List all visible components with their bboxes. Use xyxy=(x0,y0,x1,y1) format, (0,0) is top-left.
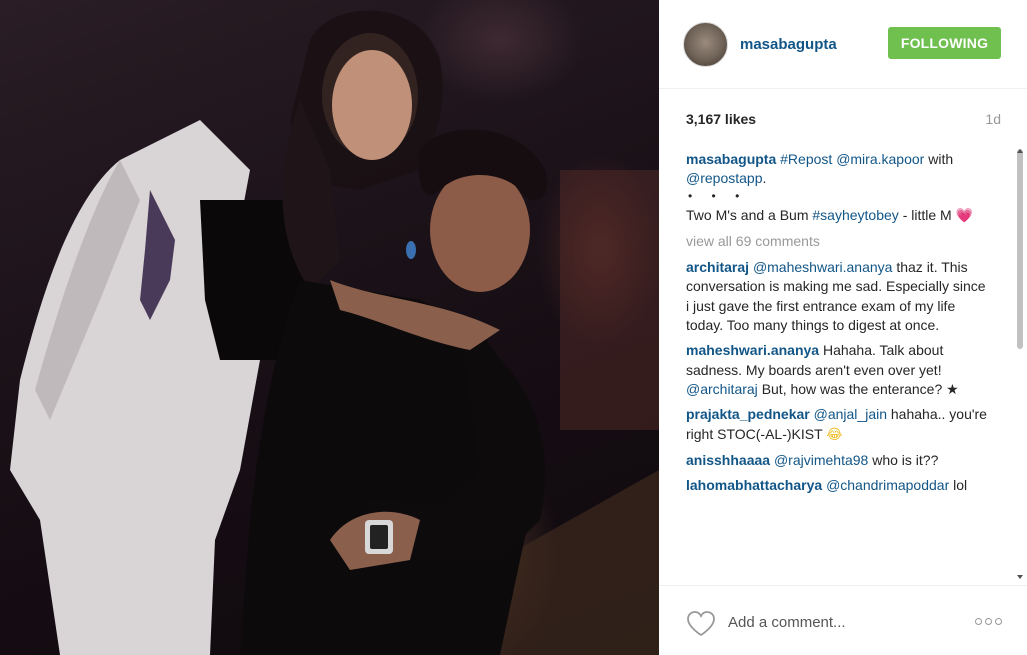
comment-mention[interactable]: @rajvimehta98 xyxy=(774,452,868,468)
avatar[interactable] xyxy=(683,22,728,67)
comment-username[interactable]: prajakta_pednekar xyxy=(686,406,810,422)
comment-username[interactable]: maheshwari.ananya xyxy=(686,342,819,358)
likes-count[interactable]: 3,167 likes xyxy=(686,111,756,127)
scroll-down-arrow-icon[interactable] xyxy=(1017,575,1023,579)
caption-mention-mira[interactable]: @mira.kapoor xyxy=(836,151,924,167)
comment-item: prajakta_pednekar @anjal_jain hahaha.. y… xyxy=(686,405,992,445)
comment-item: lahomabhattacharya @chandrimapoddar lol xyxy=(686,476,992,495)
comment-item: anisshhaaaa @rajvimehta98 who is it?? xyxy=(686,451,992,470)
comment-text: who is it?? xyxy=(872,451,939,468)
heart-emoji-icon: 💗 xyxy=(955,207,974,224)
caption: masabagupta #Repost @mira.kapoor with @r… xyxy=(686,150,992,226)
add-comment-input[interactable] xyxy=(728,612,978,632)
post-photo[interactable] xyxy=(0,0,659,655)
post-author-username[interactable]: masabagupta xyxy=(740,36,837,53)
comment-mention[interactable]: @chandrimapoddar xyxy=(826,477,949,493)
post-footer xyxy=(659,585,1027,655)
caption-username[interactable]: masabagupta xyxy=(686,151,776,167)
caption-hashtag-repost[interactable]: #Repost xyxy=(780,151,832,167)
scrollbar-thumb[interactable] xyxy=(1017,149,1023,349)
comment-mention[interactable]: @anjal_jain xyxy=(814,406,887,422)
following-button[interactable]: FOLLOWING xyxy=(888,27,1001,59)
post-header: masabagupta FOLLOWING xyxy=(659,0,1027,89)
caption-dots: • • • xyxy=(688,188,748,203)
comments-list[interactable]: masabagupta #Repost @mira.kapoor with @r… xyxy=(686,150,992,582)
comment-mention[interactable]: @architaraj xyxy=(686,381,758,397)
dot-icon xyxy=(995,618,1002,625)
comment-mention[interactable]: @maheshwari.ananya xyxy=(753,259,893,275)
view-all-comments-link[interactable]: view all 69 comments xyxy=(686,232,992,251)
dot-icon xyxy=(975,618,982,625)
post-age[interactable]: 1d xyxy=(985,111,1001,127)
caption-text-period: . xyxy=(762,170,767,187)
comment-username[interactable]: anisshhaaaa xyxy=(686,452,770,468)
comment-username[interactable]: lahomabhattacharya xyxy=(686,477,822,493)
dot-icon xyxy=(985,618,992,625)
post-side-panel: masabagupta FOLLOWING 3,167 likes 1d mas… xyxy=(659,0,1027,655)
comment-item: architaraj @maheshwari.ananya thaz it. T… xyxy=(686,258,992,335)
comment-text: lol xyxy=(953,477,968,494)
comment-item: maheshwari.ananya Hahaha. Talk about sad… xyxy=(686,341,992,399)
scroll-up-arrow-icon[interactable] xyxy=(1017,149,1023,153)
caption-hashtag-sayheytobey[interactable]: #sayheytobey xyxy=(812,207,898,223)
photo-illustration xyxy=(10,10,659,655)
caption-text-little-m: - little M xyxy=(902,206,952,223)
comments-scrollbar[interactable] xyxy=(1016,146,1024,582)
comment-username[interactable]: architaraj xyxy=(686,259,749,275)
comment-text-continued: But, how was the enterance? ★ xyxy=(761,380,959,397)
laughing-emoji-icon: 😂 xyxy=(826,426,843,443)
heart-outline-icon[interactable] xyxy=(686,610,716,637)
caption-mention-repostapp[interactable]: @repostapp xyxy=(686,170,762,186)
caption-text-with: with xyxy=(928,151,954,167)
more-options-icon[interactable] xyxy=(975,618,1002,626)
caption-text-main: Two M's and a Bum xyxy=(686,206,809,223)
